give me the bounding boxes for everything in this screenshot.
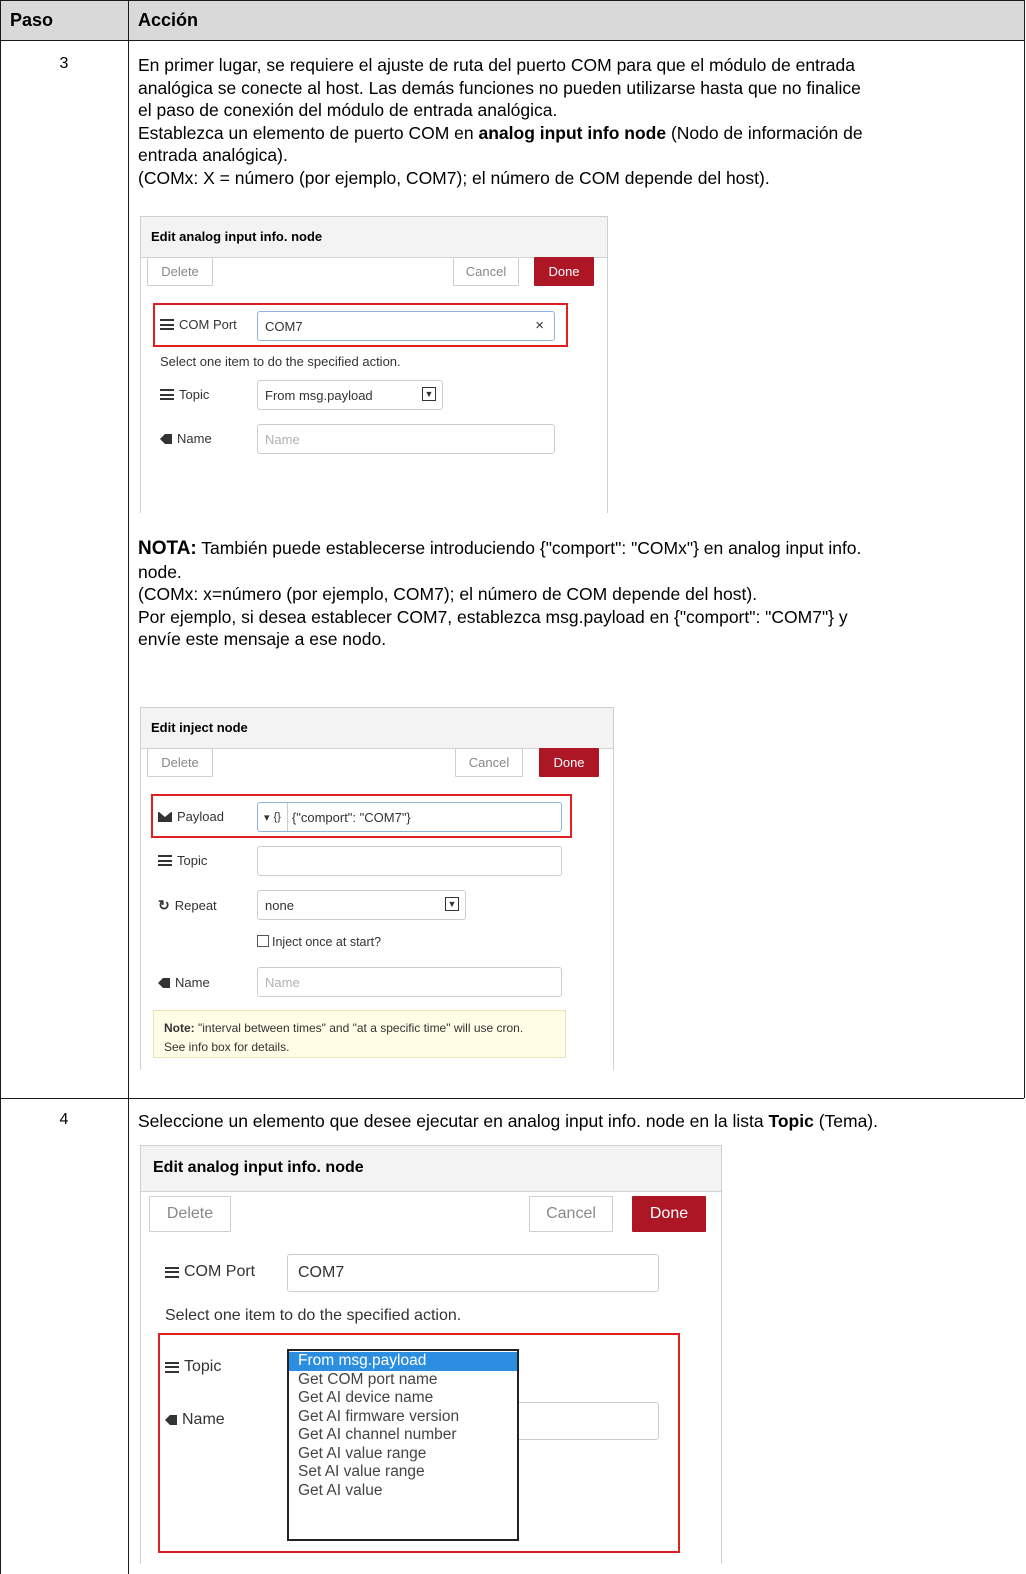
note-line-4: Por ejemplo, si desea establecer COM7, e… <box>138 606 848 627</box>
list-icon <box>158 855 172 866</box>
com-port-input[interactable]: COM7 <box>287 1254 659 1292</box>
refresh-icon: ↻ <box>158 897 170 913</box>
note-label: NOTA: <box>138 538 197 559</box>
topic-select[interactable]: From msg.payload ▼ <box>257 380 443 410</box>
name-label: Name <box>165 1411 225 1429</box>
header-step: Paso <box>10 10 54 30</box>
name-input[interactable]: Name <box>257 967 562 997</box>
tag-icon <box>165 1415 177 1425</box>
topic-listbox[interactable]: From msg.payload Get COM port name Get A… <box>287 1349 519 1541</box>
list-icon <box>160 389 174 400</box>
table-border-left <box>0 0 1 1574</box>
topic-option[interactable]: Get COM port name <box>289 1371 517 1390</box>
table-border-row <box>0 1098 1024 1099</box>
com-port-input[interactable]: COM7 × <box>257 311 555 341</box>
hint-text: Select one item to do the specified acti… <box>165 1307 462 1324</box>
delete-button[interactable]: Delete <box>147 748 213 777</box>
name-label: Name <box>160 431 212 446</box>
cancel-button[interactable]: Cancel <box>455 748 523 777</box>
dialog-title: Edit inject node <box>141 708 613 749</box>
repeat-label: ↻ Repeat <box>158 897 217 913</box>
tag-icon <box>158 977 170 988</box>
table-border-header <box>0 40 1024 41</box>
clear-icon[interactable]: × <box>535 317 544 334</box>
step-number-4: 4 <box>59 1111 69 1128</box>
topic-label: Topic <box>158 853 207 868</box>
payload-label: Payload <box>158 809 224 824</box>
note-line-5: envíe este mensaje a ese nodo. <box>138 629 387 649</box>
inject-once-checkbox[interactable]: Inject once at start? <box>257 935 381 949</box>
dialog-title: Edit analog input info. node <box>141 217 607 258</box>
step4-text: Seleccione un elemento que desee ejecuta… <box>138 1111 879 1131</box>
tag-icon <box>160 433 172 444</box>
com-port-label: COM Port <box>165 1263 255 1281</box>
list-icon <box>165 1266 179 1278</box>
topic-label: Topic <box>160 387 209 402</box>
topic-option[interactable]: Set AI value range <box>289 1463 517 1482</box>
topic-option[interactable]: From msg.payload <box>289 1352 517 1371</box>
step3-intro: En primer lugar, se requiere el ajuste d… <box>138 54 1018 189</box>
checkbox-icon[interactable] <box>257 935 269 947</box>
intro-line: el paso de conexión del módulo de entrad… <box>138 100 558 120</box>
hint-text: Select one item to do the specified acti… <box>160 354 401 369</box>
comx-line: (COMx: X = número (por ejemplo, COM7); e… <box>138 167 770 188</box>
delete-button[interactable]: Delete <box>149 1196 231 1232</box>
dialog-title: Edit analog input info. node <box>141 1146 721 1192</box>
note-section: NOTA: También puede establecerse introdu… <box>138 537 1018 651</box>
step-number-3: 3 <box>59 55 69 72</box>
table-border-top <box>0 0 1024 1</box>
dialog-analog-input-1: Edit analog input info. node Delete Canc… <box>140 216 608 513</box>
topic-option[interactable]: Get AI value <box>289 1482 517 1501</box>
chevron-down-icon: ▼ <box>445 897 459 911</box>
header-action: Acción <box>138 10 199 30</box>
dialog-inject-node: Edit inject node Delete Cancel Done Payl… <box>140 707 614 1070</box>
topic-option[interactable]: Get AI value range <box>289 1445 517 1464</box>
envelope-icon <box>158 811 172 822</box>
table-border-mid <box>128 0 129 1574</box>
chevron-down-icon: ▼ <box>422 387 436 401</box>
intro-line: En primer lugar, se requiere el ajuste d… <box>138 55 855 75</box>
intro-line: analógica se conecte al host. Las demás … <box>138 77 861 98</box>
cron-note: Note: "interval between times" and "at a… <box>153 1010 566 1058</box>
done-button[interactable]: Done <box>539 748 599 777</box>
topic-label: Topic <box>165 1358 221 1376</box>
table-border-right <box>1024 0 1025 1098</box>
dialog-analog-input-2: Edit analog input info. node Delete Canc… <box>140 1145 722 1564</box>
delete-button[interactable]: Delete <box>147 257 213 286</box>
payload-input[interactable]: ▾ {} {"comport": "COM7"} <box>257 802 562 832</box>
topic-option[interactable]: Get AI channel number <box>289 1426 517 1445</box>
name-input[interactable] <box>501 1402 659 1440</box>
name-label: Name <box>158 975 210 990</box>
list-icon <box>165 1361 179 1373</box>
topic-input[interactable] <box>257 846 562 876</box>
done-button[interactable]: Done <box>534 257 594 286</box>
note-line-3: (COMx: x=número (por ejemplo, COM7); el … <box>138 584 758 604</box>
note-line-2: node. <box>138 561 182 582</box>
cancel-button[interactable]: Cancel <box>453 257 519 286</box>
topic-option[interactable]: Get AI device name <box>289 1389 517 1408</box>
repeat-select[interactable]: none ▼ <box>257 890 466 920</box>
done-button[interactable]: Done <box>632 1196 706 1232</box>
name-input[interactable]: Name <box>257 424 555 454</box>
note-line-1: NOTA: También puede establecerse introdu… <box>138 538 862 559</box>
set-com-line: Establezca un elemento de puerto COM en … <box>138 122 863 143</box>
set-com-line-cont: entrada analógica). <box>138 145 288 165</box>
cancel-button[interactable]: Cancel <box>529 1196 613 1232</box>
list-icon <box>160 319 174 330</box>
topic-option[interactable]: Get AI firmware version <box>289 1408 517 1427</box>
payload-type-selector[interactable]: ▾ {} <box>258 803 288 831</box>
com-port-label: COM Port <box>160 317 237 332</box>
